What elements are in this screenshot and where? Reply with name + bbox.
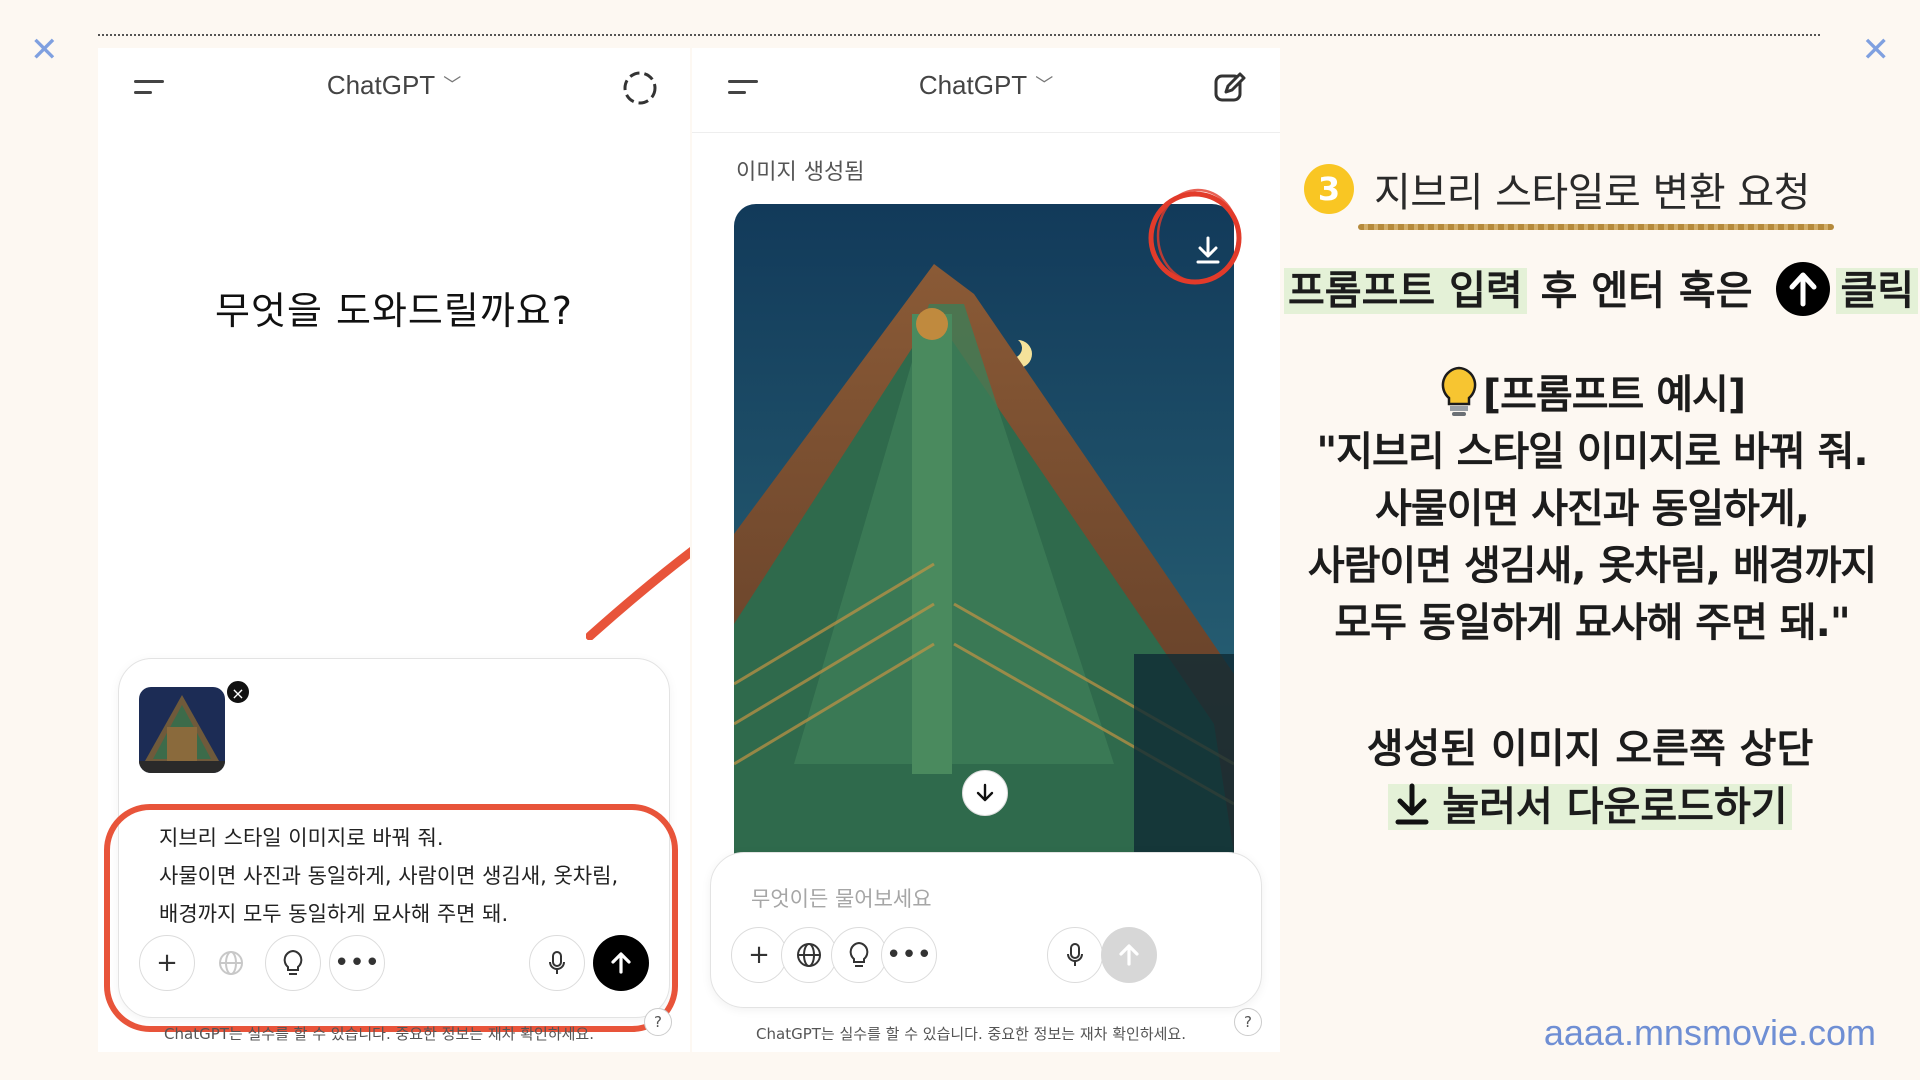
globe-icon[interactable]: [781, 927, 837, 983]
download-highlight: 눌러서 다운로드하기: [1388, 783, 1792, 830]
download-line-2-row: 눌러서 다운로드하기: [1300, 778, 1880, 836]
right-header: ChatGPT ﹀: [692, 48, 1280, 128]
arrow-up-icon: [1776, 262, 1831, 316]
more-options-icon[interactable]: •••: [881, 927, 937, 983]
top-dotted-divider: [98, 34, 1820, 36]
add-button[interactable]: +: [731, 927, 787, 983]
example-header-text: [프롬프트 예시]: [1482, 372, 1746, 418]
generated-image[interactable]: [734, 204, 1234, 854]
model-selector[interactable]: ChatGPT ﹀: [692, 70, 1280, 101]
example-line: "지브리 스타일 이미지로 바꿔 줘.: [1316, 429, 1868, 475]
disclaimer-text: ChatGPT는 실수를 할 수 있습니다. 중요한 정보는 재차 확인하세요.: [164, 1025, 594, 1043]
lightbulb-icon[interactable]: [831, 927, 887, 983]
image-generated-label: 이미지 생성됨: [736, 160, 865, 185]
microphone-icon[interactable]: [1047, 927, 1103, 983]
red-arrow-icon: [586, 546, 690, 640]
greeting-heading: 무엇을 도와드릴까요?: [215, 289, 573, 333]
send-button[interactable]: [1101, 927, 1157, 983]
right-x-decoration: ✕: [1861, 30, 1891, 70]
new-chat-icon[interactable]: [1210, 68, 1250, 108]
step-number-badge: 3: [1304, 164, 1354, 214]
chevron-down-icon: ﹀: [1035, 75, 1054, 95]
remove-attachment-button[interactable]: ×: [225, 679, 251, 705]
download-instruction: 생성된 이미지 오른쪽 상단 눌러서 다운로드하기: [1300, 720, 1880, 836]
model-title: ChatGPT: [326, 70, 436, 100]
example-line: 사람이면 생김새, 옷차림, 배경까지: [1307, 543, 1877, 589]
arrow-down-icon: [976, 783, 994, 802]
website-link[interactable]: aaaa.mnsmovie.com: [1544, 1012, 1876, 1054]
help-button[interactable]: ?: [644, 1008, 672, 1036]
scroll-down-button[interactable]: [962, 770, 1008, 816]
attached-image-thumbnail[interactable]: [139, 687, 225, 773]
arrow-up-icon: [1119, 944, 1139, 966]
download-icon: [1395, 783, 1429, 825]
red-circle-mark: [1148, 188, 1242, 285]
download-line-2: 눌러서 다운로드하기: [1442, 784, 1788, 830]
temporary-chat-icon[interactable]: [620, 68, 660, 108]
example-line: 사물이면 사진과 동일하게,: [1375, 486, 1810, 532]
example-header: [프롬프트 예시]: [1284, 366, 1900, 424]
left-phone-screen: ChatGPT ﹀ 무엇을 도와드릴까요? × 지브리 스타일 이미지로 바꿔 줘…: [98, 48, 690, 1052]
lightbulb-icon: [1441, 366, 1477, 416]
composer-toolbar: + •••: [731, 927, 1241, 987]
step-title: 지브리 스타일로 변환 요청: [1374, 170, 1810, 216]
click-highlight: 클릭: [1836, 268, 1919, 314]
message-input[interactable]: 무엇이든 물어보세요: [751, 883, 932, 913]
composer: 무엇이든 물어보세요 + •••: [710, 852, 1262, 1008]
step-underline: [1358, 224, 1834, 230]
prompt-example: [프롬프트 예시] "지브리 스타일 이미지로 바꿔 줘. 사물이면 사진과 동…: [1284, 366, 1900, 652]
help-button[interactable]: ?: [1234, 1008, 1262, 1036]
download-line-1: 생성된 이미지 오른쪽 상단: [1366, 726, 1814, 772]
instruction-middle: 후 엔터 혹은: [1526, 268, 1767, 314]
left-header: ChatGPT ﹀: [98, 48, 690, 128]
model-selector[interactable]: ChatGPT ﹀: [98, 70, 690, 101]
chevron-down-icon: ﹀: [443, 75, 462, 95]
header-divider: [692, 132, 1280, 133]
highlight-ring: [104, 804, 678, 1032]
example-line: 모두 동일하게 묘사해 주면 돼.": [1334, 600, 1850, 646]
prompt-input-highlight: 프롬프트 입력: [1284, 268, 1527, 314]
model-title: ChatGPT: [918, 70, 1028, 100]
left-x-decoration: ✕: [30, 30, 59, 70]
right-phone-screen: ChatGPT ﹀ 이미지 생성됨 무엇이든 물어보세요 + ••• ChatG…: [692, 48, 1280, 1052]
disclaimer-text: ChatGPT는 실수를 할 수 있습니다. 중요한 정보는 재차 확인하세요.: [756, 1025, 1186, 1043]
instruction-line: 프롬프트 입력 후 엔터 혹은 클릭: [1284, 258, 1919, 316]
